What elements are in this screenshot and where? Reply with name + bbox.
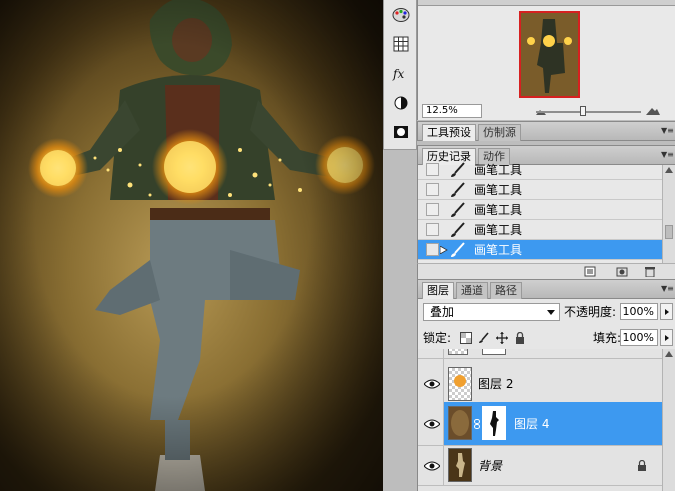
photoshop-workspace: fx 12.5% 工具预设 仿制源 ▼≡ 历史记录 动作 ▼≡ 画笔工具 画笔工…	[0, 0, 675, 491]
history-snapshot-checkbox[interactable]	[426, 243, 439, 256]
brush-icon	[451, 222, 465, 237]
visibility-toggle[interactable]	[418, 446, 444, 485]
eye-icon	[424, 379, 440, 389]
brush-icon	[451, 202, 465, 217]
tab-clone-source[interactable]: 仿制源	[478, 124, 521, 141]
navigator-panel: 12.5%	[417, 0, 675, 120]
layer-name[interactable]: 背景	[478, 458, 502, 474]
layer-row[interactable]: 背景	[418, 446, 663, 486]
panel-icon-strip: fx	[383, 0, 417, 150]
new-document-from-state-icon[interactable]	[584, 266, 596, 277]
history-snapshot-checkbox[interactable]	[426, 203, 439, 216]
history-item[interactable]: 画笔工具	[418, 220, 663, 240]
blend-mode-value: 叠加	[430, 305, 455, 319]
layer-thumbnail	[448, 448, 472, 482]
tab-tool-presets[interactable]: 工具预设	[422, 124, 476, 141]
zoom-slider-track[interactable]	[536, 111, 641, 113]
tab-paths[interactable]: 路径	[490, 282, 522, 299]
zoom-in-icon[interactable]	[646, 107, 660, 115]
history-footer	[417, 263, 675, 279]
scroll-up-icon[interactable]	[665, 167, 673, 173]
brush-icon	[451, 162, 465, 177]
layer-mask-thumbnail[interactable]	[482, 406, 506, 440]
fill-slider-button[interactable]	[660, 329, 673, 346]
history-item-label: 画笔工具	[474, 163, 523, 177]
history-snapshot-checkbox[interactable]	[426, 183, 439, 196]
lock-label: 锁定:	[423, 331, 452, 345]
history-snapshot-checkbox[interactable]	[426, 223, 439, 236]
history-item-selected[interactable]: 画笔工具	[418, 240, 663, 260]
layer-name[interactable]: 图层 4	[514, 416, 549, 432]
scroll-up-icon[interactable]	[665, 351, 673, 357]
navigator-preview[interactable]	[519, 11, 580, 98]
opacity-slider-button[interactable]	[660, 303, 673, 320]
tab-layers[interactable]: 图层	[422, 282, 454, 299]
visibility-toggle[interactable]	[418, 349, 444, 358]
layers-options: 叠加 不透明度: 100% 锁定: 填充: 100%	[417, 299, 675, 349]
history-item[interactable]: 画笔工具	[418, 160, 663, 180]
chevron-down-icon	[547, 310, 555, 315]
opacity-label: 不透明度:	[564, 305, 617, 319]
visibility-toggle[interactable]	[418, 359, 444, 408]
eye-icon	[424, 419, 440, 429]
layer-name[interactable]: 图层 2	[478, 376, 513, 392]
blend-mode-select[interactable]: 叠加	[423, 303, 560, 321]
svg-text:fx: fx	[392, 67, 404, 81]
fill-label: 填充:	[593, 331, 622, 345]
tab-channels[interactable]: 通道	[456, 282, 488, 299]
history-item[interactable]: 画笔工具	[418, 180, 663, 200]
opacity-field[interactable]: 100%	[620, 303, 658, 320]
navigator-tab-strip	[418, 0, 675, 6]
layers-list: 图层 2 图层 4 背景	[417, 349, 675, 491]
history-item-label: 画笔工具	[474, 223, 523, 237]
swatches-icon[interactable]	[390, 4, 412, 26]
history-scrollbar[interactable]	[662, 165, 675, 265]
layer-row[interactable]	[418, 349, 663, 359]
zoom-slider-thumb[interactable]	[580, 106, 587, 116]
history-state-marker-icon	[440, 246, 448, 254]
brush-icon	[451, 242, 465, 257]
history-scroll-thumb[interactable]	[665, 225, 673, 239]
layer-thumbnail	[448, 406, 472, 440]
layer-thumbnail	[448, 367, 472, 401]
eye-icon	[424, 461, 440, 471]
panel-menu-icon[interactable]: ▼≡	[661, 285, 674, 293]
history-list: 画笔工具 画笔工具 画笔工具 画笔工具 画笔工具	[417, 162, 675, 265]
adjustment-icon[interactable]	[390, 92, 412, 114]
history-item-label: 画笔工具	[474, 243, 523, 257]
visibility-toggle[interactable]	[418, 402, 444, 445]
layers-tabbar: 图层 通道 路径 ▼≡	[417, 279, 675, 299]
history-item-label: 画笔工具	[474, 203, 523, 217]
lock-all-icon[interactable]	[514, 332, 526, 344]
panel-menu-icon[interactable]: ▼≡	[661, 127, 674, 135]
trash-icon[interactable]	[644, 266, 656, 277]
layer-thumbnail	[448, 349, 468, 355]
document-canvas[interactable]	[0, 0, 383, 491]
history-snapshot-checkbox[interactable]	[426, 163, 439, 176]
mask-icon[interactable]	[390, 121, 412, 143]
link-icon[interactable]	[474, 419, 480, 429]
layer-mask-thumbnail	[482, 349, 506, 355]
lock-icon	[638, 460, 646, 471]
layers-scrollbar[interactable]	[662, 349, 675, 491]
lock-image-pixels-icon[interactable]	[478, 332, 490, 344]
history-item-label: 画笔工具	[474, 183, 523, 197]
lock-transparent-pixels-icon[interactable]	[460, 332, 472, 344]
canvas-artwork	[0, 0, 383, 491]
grid-icon[interactable]	[390, 33, 412, 55]
fill-field[interactable]: 100%	[620, 329, 658, 346]
history-item[interactable]: 画笔工具	[418, 200, 663, 220]
panel-menu-icon[interactable]: ▼≡	[661, 151, 674, 159]
new-snapshot-icon[interactable]	[616, 266, 628, 277]
fx-icon[interactable]: fx	[390, 62, 412, 84]
tool-presets-tabbar: 工具预设 仿制源 ▼≡	[417, 121, 675, 141]
layer-row-selected[interactable]: 图层 4	[418, 402, 663, 446]
lock-position-icon[interactable]	[496, 332, 508, 344]
zoom-level-field[interactable]: 12.5%	[422, 104, 482, 118]
brush-icon	[451, 182, 465, 197]
